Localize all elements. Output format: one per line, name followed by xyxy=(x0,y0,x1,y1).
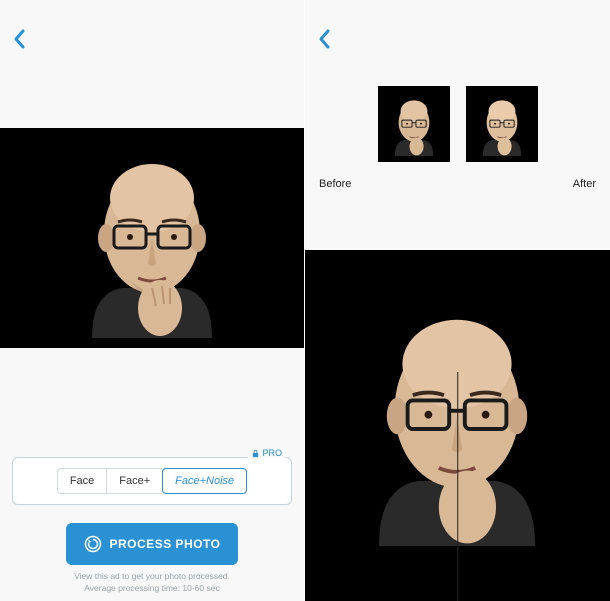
back-button[interactable] xyxy=(317,28,341,52)
mode-selector: PRO Face Face+ Face+Noise xyxy=(12,457,292,505)
labels-row: Before After xyxy=(305,162,610,190)
thumb-before[interactable] xyxy=(378,86,450,162)
refresh-icon xyxy=(84,535,102,553)
pro-label: PRO xyxy=(262,448,282,458)
chevron-left-icon xyxy=(317,28,331,50)
lock-icon xyxy=(251,449,260,458)
process-label: PROCESS PHOTO xyxy=(110,537,221,551)
thumb-after[interactable] xyxy=(466,86,538,162)
tip-text: View this ad to get your photo processed… xyxy=(0,571,304,595)
thumbnails-row xyxy=(305,86,610,162)
compare-area: Before After xyxy=(305,162,610,601)
after-label: After xyxy=(573,178,596,190)
mode-face[interactable]: Face xyxy=(57,468,106,494)
chevron-left-icon xyxy=(12,28,26,50)
compare-divider[interactable] xyxy=(457,372,459,601)
mode-face-noise[interactable]: Face+Noise xyxy=(162,468,247,494)
panel-result: Before After xyxy=(305,0,610,601)
mode-face-plus[interactable]: Face+ xyxy=(106,468,162,494)
portrait-image xyxy=(470,90,534,158)
portrait-image xyxy=(52,138,252,338)
pro-badge: PRO xyxy=(248,448,285,458)
mode-options: Face Face+ Face+Noise xyxy=(21,468,283,494)
back-button[interactable] xyxy=(12,28,36,52)
portrait-image xyxy=(382,90,446,158)
source-photo xyxy=(0,128,304,348)
before-label: Before xyxy=(319,178,351,190)
tip-line-2: Average processing time: 10-60 sec xyxy=(0,583,304,595)
process-photo-button[interactable]: PROCESS PHOTO xyxy=(66,523,239,565)
panel-upload: PRO Face Face+ Face+Noise PROCESS PHOTO … xyxy=(0,0,305,601)
tip-line-1: View this ad to get your photo processed… xyxy=(0,571,304,583)
